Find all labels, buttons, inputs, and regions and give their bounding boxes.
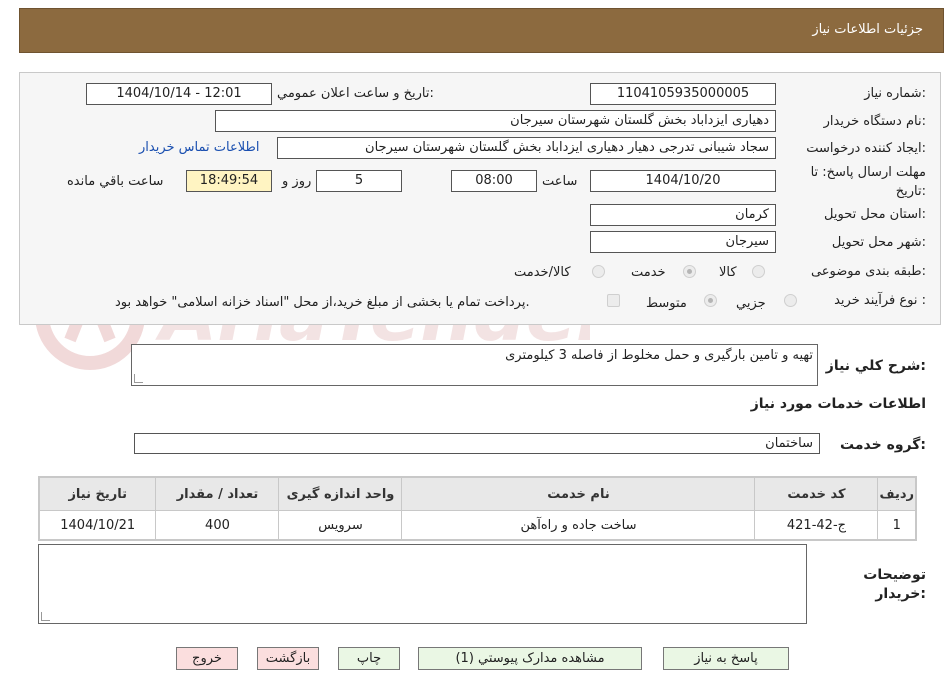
province-field: کرمان bbox=[590, 204, 776, 226]
col-service-code: کد خدمت bbox=[754, 476, 879, 511]
col-unit: واحد اندازه گیری bbox=[278, 476, 403, 511]
view-attachments-button[interactable]: مشاهده مدارک پیوستي (1) bbox=[418, 647, 642, 670]
services-section-title: اطلاعات خدمات مورد نیاز bbox=[750, 396, 926, 412]
city-field: سیرجان bbox=[590, 231, 776, 253]
remaining-days-label: روز و bbox=[282, 174, 312, 189]
city-label: شهر محل تحویل: bbox=[831, 235, 926, 250]
buyer-notes-label-line2: خریدار: bbox=[875, 586, 926, 602]
category-option-service: خدمت bbox=[631, 265, 666, 280]
table-row[interactable]: 1 ج-42-421 ساخت جاده و راه‌آهن سرویس 400… bbox=[38, 510, 917, 541]
category-label: طبقه بندی موضوعی: bbox=[810, 264, 926, 279]
services-table: ردیف کد خدمت نام خدمت واحد اندازه گیری ت… bbox=[38, 476, 917, 541]
back-button[interactable]: بازگشت bbox=[257, 647, 319, 670]
service-group-field: ساختمان bbox=[134, 433, 820, 454]
remaining-days-field: 5 bbox=[316, 170, 402, 192]
table-header-row: ردیف کد خدمت نام خدمت واحد اندازه گیری ت… bbox=[38, 476, 917, 511]
category-radio-goods[interactable] bbox=[752, 265, 765, 278]
need-number-field: 1104105935000005 bbox=[590, 83, 776, 105]
print-button[interactable]: چاپ bbox=[338, 647, 400, 670]
category-radio-service[interactable] bbox=[683, 265, 696, 278]
col-quantity: تعداد / مقدار bbox=[155, 476, 280, 511]
treasury-payment-checkbox[interactable] bbox=[607, 294, 620, 307]
deadline-label: مهلت ارسال پاسخ: تا bbox=[810, 165, 926, 180]
process-radio-medium[interactable] bbox=[704, 294, 717, 307]
announce-datetime-label: تاریخ و ساعت اعلان عمومي: bbox=[277, 86, 434, 101]
page-title: جزئیات اطلاعات نیاز bbox=[812, 22, 923, 37]
remaining-time-label: ساعت باقي مانده bbox=[67, 174, 164, 189]
deadline-time-label: ساعت bbox=[542, 174, 578, 189]
process-option-medium: متوسط bbox=[646, 296, 687, 311]
cell-service-code: ج-42-421 bbox=[754, 510, 879, 541]
resize-handle-icon[interactable] bbox=[41, 612, 50, 621]
process-option-minor: جزیي bbox=[736, 296, 766, 311]
description-text: تهیه و تامین بارگیری و حمل مخلوط از فاصل… bbox=[505, 348, 813, 363]
announce-datetime-field: 1404/10/14 - 12:01 bbox=[86, 83, 272, 105]
need-number-label: شماره نیاز: bbox=[864, 86, 926, 101]
buyer-contact-link[interactable]: اطلاعات تماس خریدار bbox=[139, 140, 259, 155]
treasury-payment-note: پرداخت تمام یا بخشی از مبلغ خرید،از محل … bbox=[115, 295, 530, 310]
category-option-goods: کالا bbox=[719, 265, 737, 280]
service-group-label: گروه خدمت: bbox=[840, 437, 926, 453]
deadline-date-field: 1404/10/20 bbox=[590, 170, 776, 192]
remaining-time-field: 18:49:54 bbox=[186, 170, 272, 192]
exit-button[interactable]: خروج bbox=[176, 647, 238, 670]
buyer-org-label: نام دستگاه خریدار: bbox=[823, 114, 926, 129]
cell-service-name: ساخت جاده و راه‌آهن bbox=[401, 510, 756, 541]
purchase-process-label: نوع فرآیند خرید : bbox=[834, 293, 926, 308]
requester-label: ایجاد کننده درخواست: bbox=[806, 141, 926, 156]
buyer-notes-label: توضیحات bbox=[863, 567, 926, 583]
process-radio-minor[interactable] bbox=[784, 294, 797, 307]
description-textarea[interactable]: تهیه و تامین بارگیری و حمل مخلوط از فاصل… bbox=[131, 344, 818, 386]
reply-button[interactable]: پاسخ به نیاز bbox=[663, 647, 789, 670]
category-radio-goods-service[interactable] bbox=[592, 265, 605, 278]
category-option-goods-service: کالا/خدمت bbox=[514, 265, 571, 280]
province-label: استان محل تحویل: bbox=[824, 207, 926, 222]
cell-row-number: 1 bbox=[877, 510, 917, 541]
requester-field: سجاد شیبانی تدرجی دهیار دهیاری ایزداباد … bbox=[277, 137, 776, 159]
col-need-date: تاریخ نیاز bbox=[38, 476, 157, 511]
cell-quantity: 400 bbox=[155, 510, 280, 541]
description-label: شرح کلي نیاز: bbox=[825, 358, 926, 374]
buyer-notes-textarea[interactable] bbox=[38, 544, 807, 624]
cell-need-date: 1404/10/21 bbox=[38, 510, 157, 541]
col-row-number: ردیف bbox=[877, 476, 917, 511]
resize-handle-icon[interactable] bbox=[134, 374, 143, 383]
cell-unit: سرویس bbox=[278, 510, 403, 541]
col-service-name: نام خدمت bbox=[401, 476, 756, 511]
deadline-time-field: 08:00 bbox=[451, 170, 537, 192]
buyer-org-field: دهیاری ایزداباد بخش گلستان شهرستان سیرجا… bbox=[215, 110, 776, 132]
page-header: جزئیات اطلاعات نیاز bbox=[19, 8, 944, 53]
deadline-label-line2: تاریخ: bbox=[895, 184, 926, 199]
